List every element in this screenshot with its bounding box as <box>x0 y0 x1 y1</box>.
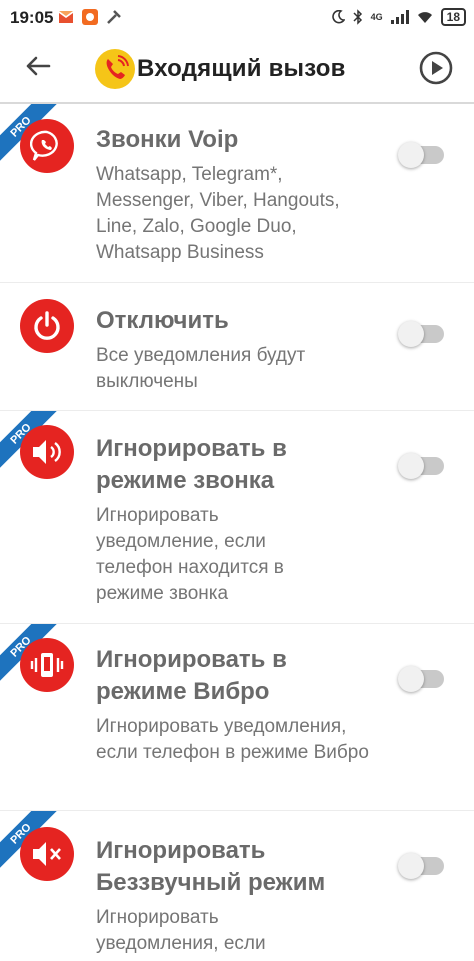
voip-toggle[interactable] <box>398 142 444 168</box>
vibration-icon <box>30 653 64 677</box>
chat-phone-icon <box>30 130 58 161</box>
moon-icon <box>331 10 345 24</box>
battery-level: 18 <box>440 8 466 26</box>
page-title: Входящий вызов <box>137 55 346 82</box>
setting-row-ignore-call[interactable]: PRO Игнорировать в режиме звонка Игнорир… <box>0 411 474 624</box>
app-logo <box>95 49 135 89</box>
ignore-vibrate-toggle[interactable] <box>398 666 444 692</box>
status-bar: 19:05 4G 18 <box>0 0 474 36</box>
setting-row-ignore-vibrate[interactable]: PRO Игнорировать в режиме Вибро Игнориро… <box>0 624 474 811</box>
wifi-icon <box>417 11 432 23</box>
setting-description: Игнорировать уведомления, если <box>96 907 266 954</box>
signal-icon <box>390 10 409 24</box>
setting-description: Игнорировать уведомления, если телефон в… <box>96 716 369 763</box>
ignore-call-toggle[interactable] <box>398 453 444 479</box>
settings-list: PRO Звонки Voip Whatsapp, Telegram*, Mes… <box>0 104 474 961</box>
volume-icon <box>33 440 61 464</box>
play-icon[interactable] <box>418 50 454 86</box>
power-symbol-icon <box>34 311 60 340</box>
tools-icon <box>107 10 121 24</box>
setting-row-disable[interactable]: Отключить Все уведомления будут выключен… <box>0 283 474 411</box>
notification-icons <box>58 9 122 25</box>
setting-row-voip[interactable]: PRO Звонки Voip Whatsapp, Telegram*, Mes… <box>0 104 474 283</box>
setting-description: Игнорировать уведомление, если телефон н… <box>96 505 284 604</box>
mute-icon <box>20 827 74 881</box>
setting-description: Все уведомления будут выключены <box>96 345 306 392</box>
back-arrow-icon[interactable] <box>22 50 54 82</box>
ignore-silent-toggle[interactable] <box>398 853 444 879</box>
setting-title: Игнорировать в режиме звонка <box>96 435 287 494</box>
setting-title: Звонки Voip <box>96 126 239 153</box>
setting-title: Игнорировать в режиме Вибро <box>96 646 287 705</box>
speaker-icon <box>20 425 74 479</box>
setting-description: Whatsapp, Telegram*, Messenger, Viber, H… <box>96 164 340 263</box>
power-icon <box>20 299 74 353</box>
setting-row-ignore-silent[interactable]: PRO Игнорировать Беззвучный режим Игнори… <box>0 811 474 961</box>
camera-app-icon <box>82 9 98 25</box>
disable-toggle[interactable] <box>398 321 444 347</box>
system-icons: 4G 18 <box>331 8 466 26</box>
bluetooth-icon <box>353 9 362 25</box>
vibrate-icon <box>20 638 74 692</box>
status-time: 19:05 <box>10 8 54 27</box>
setting-title: Отключить <box>96 307 229 334</box>
voip-icon <box>20 119 74 173</box>
network-type: 4G <box>370 12 383 22</box>
speaker-mute-icon <box>33 842 61 866</box>
phone-logo-icon <box>106 55 129 79</box>
app-bar: Входящий вызов <box>0 36 474 104</box>
setting-title: Игнорировать Беззвучный режим <box>96 837 326 896</box>
mail-icon <box>59 11 73 23</box>
